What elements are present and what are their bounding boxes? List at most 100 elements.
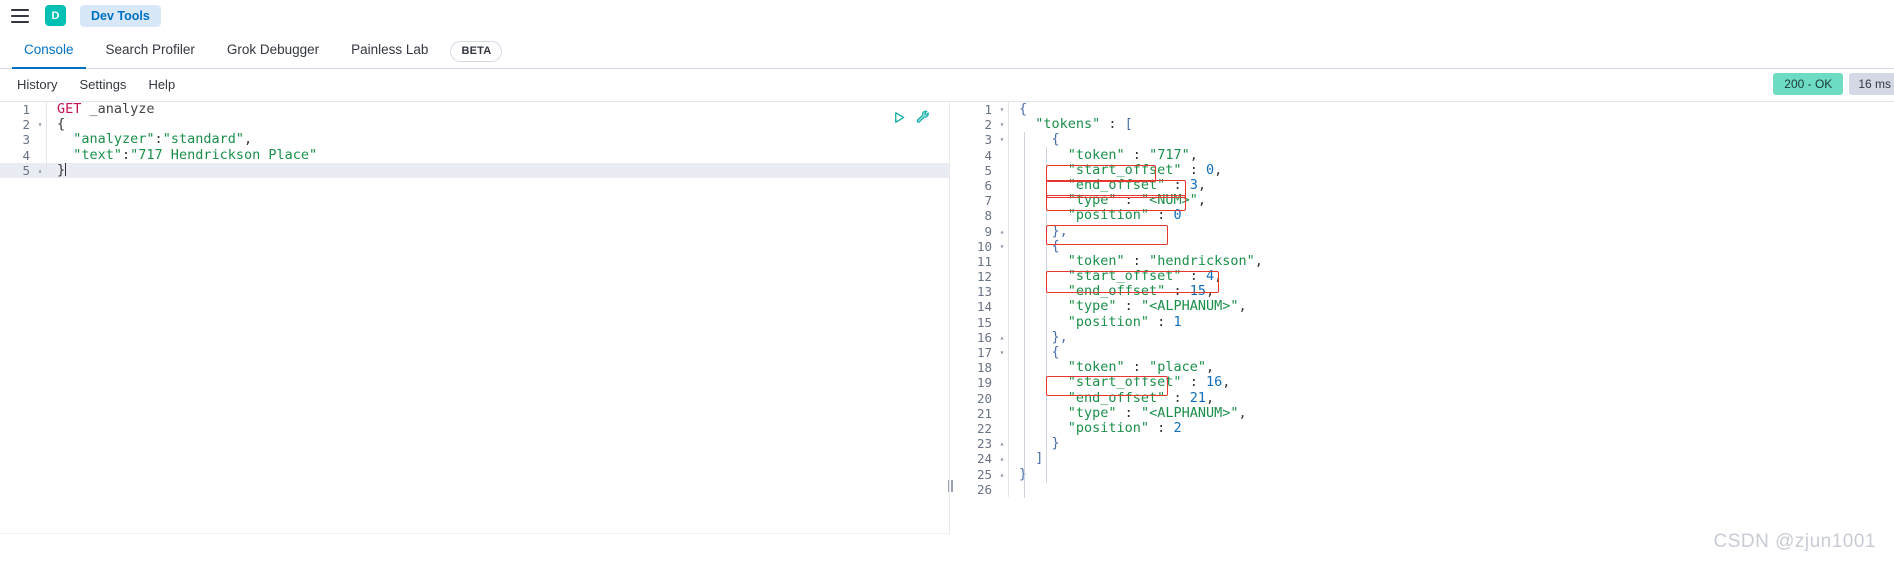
code-token: "start_offset" [1019,374,1182,391]
code-token: ] [1019,450,1044,467]
tab-search-profiler[interactable]: Search Profiler [90,43,211,68]
request-editor-pane[interactable]: 1 GET _analyze 2 ▾{3 "analyzer":"standard",… [0,102,950,566]
code-text: { [1009,132,1060,147]
beta-badge: BETA [450,41,503,62]
code-token: _analyze [89,102,155,117]
code-token: "text" [57,146,123,163]
line-number: 1 [22,102,30,117]
line-number: 14 [976,299,992,315]
code-text: "start_offset" : 0, [1009,162,1222,178]
line-number: 11 [976,253,992,269]
code-line: 6 "end_offset" : 3, [950,176,1894,194]
code-line: 2 ▾ { [0,117,949,133]
code-text: "end_offset" : 21, [1009,389,1214,406]
response-viewer-pane[interactable]: 1 ▾{2 ▾ "tokens" : [3 ▾ {4 "token" : "717",… [950,102,1894,566]
code-token: , [1205,359,1215,376]
code-token: 16 [1205,374,1223,391]
code-token: , [1238,298,1247,315]
code-token: : [1100,116,1125,133]
code-line: 11 "token" : "hendrickson", [950,252,1894,270]
code-token: , [1222,374,1231,391]
indent-guide-line [1024,132,1025,498]
code-text: ] [1009,451,1043,466]
fold-toggle-icon[interactable]: ▴ [34,163,46,178]
code-line: 13 "end_offset" : 15, [950,284,1894,300]
fold-toggle-icon[interactable]: ▴ [996,330,1008,345]
code-token: "<ALPHANUM>" [1140,298,1239,315]
fold-toggle-icon[interactable]: ▾ [996,132,1008,147]
code-token: : [1165,389,1190,406]
code-token: }, [1019,328,1068,345]
code-token: "start_offset" [1019,268,1182,285]
code-line: 5 ▴} [0,162,949,178]
code-text: { [1009,238,1060,254]
code-line: 7 "type" : "<NUM>", [950,192,1894,209]
code-line: 25▴} [950,466,1894,482]
fold-toggle-icon[interactable]: ▴ [996,467,1008,482]
code-token: "position" [1019,419,1150,436]
code-token: , [1214,268,1223,285]
fold-toggle-icon[interactable]: ▾ [996,345,1008,360]
code-token: "position" [1019,207,1150,224]
code-token: "tokens" [1019,116,1101,133]
hamburger-menu-icon[interactable] [9,7,31,25]
send-request-icon[interactable] [892,110,907,125]
code-token: , [1205,283,1215,300]
line-number: 24 [976,451,992,467]
code-line: 1 ▾ { [950,102,1894,118]
line-number: 13 [976,284,992,300]
code-text: { [47,117,65,132]
code-line: 10 ▾ { [950,238,1894,254]
line-number: 10 [976,238,992,254]
code-line: 8 "position" : 0 [950,207,1894,224]
line-number: 1 [984,102,992,117]
code-text: "end_offset" : 3, [1009,176,1206,193]
avatar[interactable]: D [45,5,66,26]
code-token: , [1254,252,1263,269]
hamburger-bar [11,14,29,17]
line-number: 8 [984,208,992,224]
fold-toggle-icon[interactable]: ▾ [996,239,1008,254]
response-code-editor[interactable]: 1 ▾{2 ▾ "tokens" : [3 ▾ {4 "token" : "717",… [950,102,1894,566]
code-text: "position" : 2 [1009,419,1182,436]
fold-toggle-icon[interactable]: ▴ [996,436,1008,451]
code-token: "end_offset" [1019,176,1166,193]
submenu-item-settings[interactable]: Settings [68,78,137,92]
code-token: : [1181,374,1206,391]
app-name-badge[interactable]: Dev Tools [80,4,161,27]
code-token: , [1197,176,1206,193]
fold-toggle-icon[interactable]: ▾ [996,117,1008,132]
fold-toggle-icon[interactable]: ▴ [996,451,1008,466]
code-token: : [1181,268,1206,285]
code-line: 2 ▾ "tokens" : [ [950,116,1894,133]
code-token: 1 [1173,313,1182,330]
left-pane-bottom-fill [0,533,950,567]
code-token: : [1149,313,1174,330]
code-text: "text":"717 Hendrickson Place" [47,146,317,163]
wrench-icon[interactable] [915,109,931,125]
tab-console[interactable]: Console [8,43,90,69]
submenu-item-help[interactable]: Help [137,78,186,92]
code-text: "end_offset" : 15, [1009,284,1214,299]
console-split-panes: 1 GET _analyze 2 ▾{3 "analyzer":"standard",… [0,101,1894,566]
code-line: 12 "start_offset" : 4, [950,268,1894,285]
fold-toggle-icon[interactable]: ▴ [996,224,1008,239]
pane-splitter-handle[interactable] [943,477,957,495]
code-line: 4 "token" : "717", [950,146,1894,163]
tab-painless-lab[interactable]: Painless Lab [335,43,444,68]
code-text: }, [1009,222,1068,239]
tab-grok-debugger[interactable]: Grok Debugger [211,43,335,68]
line-number: 23 [976,436,992,452]
code-token: }, [1019,222,1068,239]
code-token: { [1019,131,1060,148]
fold-toggle-icon[interactable]: ▾ [996,102,1008,117]
request-code-editor[interactable]: 1 GET _analyze 2 ▾{3 "analyzer":"standard",… [0,102,949,566]
code-token: "token" [1019,146,1125,163]
code-token: : [1149,419,1174,436]
line-number: 18 [976,360,992,376]
code-token: { [1019,344,1060,360]
fold-toggle-icon[interactable]: ▾ [34,117,46,132]
primary-tab-bar: Console Search Profiler Grok Debugger Painl… [0,31,1894,69]
submenu-item-history[interactable]: History [6,78,68,92]
code-token: "<NUM>" [1140,192,1198,209]
